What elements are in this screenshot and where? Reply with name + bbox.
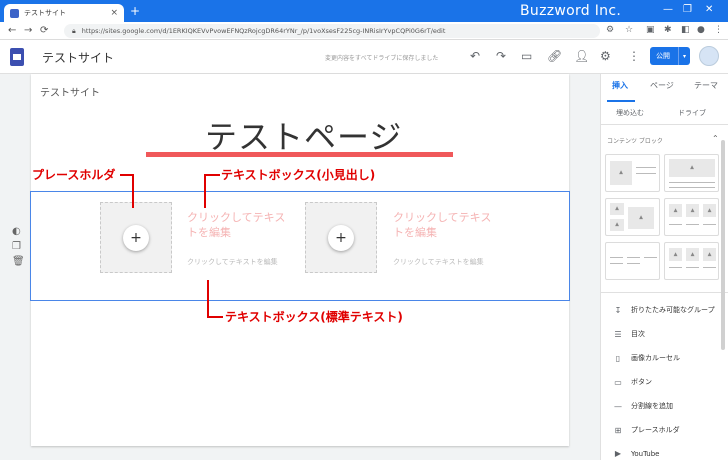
publish-label: 公開 — [656, 52, 670, 60]
annotation-line — [204, 174, 206, 208]
url-field[interactable]: 🔒︎ https://sites.google.com/d/1ERKIQKEVv… — [64, 24, 600, 38]
item-label: ボタン — [631, 378, 652, 386]
menu-dots-icon[interactable]: ⋮ — [714, 25, 723, 35]
extension-icon[interactable]: ▣ — [646, 25, 655, 35]
add-icon[interactable]: + — [123, 225, 149, 251]
publish-dropdown-icon[interactable]: ▾ — [678, 47, 690, 65]
item-label: プレースホルダ — [631, 426, 680, 434]
item-label: 画像カルーセル — [631, 354, 680, 362]
layout-block-6[interactable] — [664, 242, 719, 280]
reload-button[interactable]: ⟳ — [40, 25, 48, 36]
layout-block-5[interactable] — [605, 242, 660, 280]
tab-close-icon[interactable]: × — [110, 8, 118, 18]
panel-divider — [600, 124, 728, 125]
insert-placeholder[interactable]: ⊞ プレースホルダ — [611, 425, 680, 435]
toc-icon: ☰ — [614, 329, 622, 339]
chevron-up-icon[interactable]: ⌃ — [712, 134, 719, 143]
tab-title: テストサイト — [24, 9, 66, 17]
tab-pages[interactable]: ページ — [650, 80, 674, 91]
link-icon[interactable]: 🔗︎ — [547, 49, 562, 63]
layout-block-2[interactable] — [664, 154, 719, 192]
divider-icon: — — [614, 401, 622, 411]
body-textbox-1[interactable]: クリックしてテキストを編集 — [187, 256, 287, 268]
layout-block-1[interactable] — [605, 154, 660, 192]
sidepanel-icon[interactable]: ◧ — [681, 25, 690, 35]
item-label: 分割線を追加 — [631, 402, 673, 410]
more-options-icon[interactable]: ⋮ — [628, 49, 640, 63]
site-name-field[interactable]: テストサイト — [42, 49, 114, 66]
bookmark-star-icon[interactable]: ☆ — [625, 25, 633, 35]
redo-icon[interactable]: ↷ — [496, 49, 506, 63]
embed-item[interactable]: 埋め込む — [616, 108, 644, 118]
page-site-title[interactable]: テストサイト — [40, 84, 100, 99]
body-textbox-2[interactable]: クリックしてテキストを編集 — [393, 256, 493, 268]
layout-block-4[interactable] — [664, 198, 719, 236]
new-tab-button[interactable]: + — [130, 4, 140, 18]
add-icon[interactable]: + — [328, 225, 354, 251]
profile-icon[interactable]: ● — [697, 25, 705, 35]
save-status: 変更内容をすべてドライブに保存しました — [325, 55, 439, 62]
heading-textbox-1[interactable]: クリックしてテキストを編集 — [187, 210, 287, 240]
palette-icon[interactable]: ◐ — [12, 226, 21, 237]
content-blocks-header: コンテンツ ブロック — [607, 138, 663, 145]
insert-youtube[interactable]: ▶ YouTube — [611, 449, 660, 458]
annotation-textbox-heading: テキストボックス(小見出し) — [221, 168, 376, 182]
insert-image-carousel[interactable]: ▯ 画像カルーセル — [611, 353, 680, 363]
annotation-line — [207, 316, 223, 318]
publish-button[interactable]: 公開 ▾ — [650, 47, 690, 65]
settings-icon[interactable]: ⚙ — [606, 25, 614, 35]
item-label: YouTube — [631, 449, 660, 458]
insert-button[interactable]: ▭ ボタン — [611, 377, 652, 387]
undo-icon[interactable]: ↶ — [470, 49, 480, 63]
lock-icon: 🔒︎ — [72, 26, 76, 35]
browser-tab[interactable]: テストサイト × — [4, 4, 124, 22]
annotation-textbox-body: テキストボックス(標準テキスト) — [225, 310, 403, 324]
back-button[interactable]: ← — [8, 25, 16, 36]
insert-divider[interactable]: — 分割線を追加 — [611, 401, 673, 411]
minimize-button[interactable]: — — [663, 4, 673, 15]
site-favicon-icon — [10, 8, 19, 18]
tab-insert[interactable]: 挿入 — [612, 80, 628, 91]
button-icon: ▭ — [614, 377, 622, 387]
brand-watermark: Buzzword Inc. — [520, 3, 622, 19]
active-tab-indicator — [607, 100, 635, 102]
share-user-icon[interactable]: 👤︎ — [574, 49, 589, 63]
maximize-button[interactable]: ❐ — [683, 4, 692, 15]
panel-scrollbar[interactable] — [721, 140, 725, 350]
insert-collapsible-group[interactable]: ↧ 折りたたみ可能なグループ — [611, 305, 715, 315]
close-window-button[interactable]: ✕ — [705, 4, 713, 15]
layout-block-3[interactable] — [605, 198, 660, 236]
tab-themes[interactable]: テーマ — [694, 80, 718, 91]
collapsible-group-icon: ↧ — [614, 305, 622, 315]
drive-item[interactable]: ドライブ — [678, 108, 706, 118]
avatar[interactable] — [699, 46, 719, 66]
title-highlight-underline — [146, 152, 453, 157]
youtube-icon: ▶ — [614, 449, 622, 458]
carousel-icon: ▯ — [615, 353, 621, 363]
item-label: 折りたたみ可能なグループ — [631, 306, 715, 314]
forward-button[interactable]: → — [24, 25, 32, 36]
duplicate-icon[interactable]: ❐ — [12, 241, 21, 252]
annotation-line — [207, 280, 209, 318]
annotation-line — [132, 174, 134, 208]
puzzle-icon[interactable]: ✱ — [664, 25, 672, 35]
delete-icon[interactable]: 🗑︎ — [12, 256, 25, 267]
item-label: 目次 — [631, 330, 645, 338]
google-sites-logo-icon[interactable] — [10, 48, 24, 66]
url-text: https://sites.google.com/d/1ERKIQKEVvPvo… — [81, 27, 446, 35]
insert-table-of-contents[interactable]: ☰ 目次 — [611, 329, 645, 339]
annotation-line — [204, 174, 220, 176]
heading-textbox-2[interactable]: クリックしてテキストを編集 — [393, 210, 493, 240]
panel-divider — [600, 292, 728, 293]
settings-gear-icon[interactable]: ⚙ — [600, 49, 611, 63]
annotation-placeholder: プレースホルダ — [32, 168, 116, 182]
placeholder-icon: ⊞ — [614, 425, 622, 435]
preview-icon[interactable]: ▭ — [521, 49, 532, 63]
